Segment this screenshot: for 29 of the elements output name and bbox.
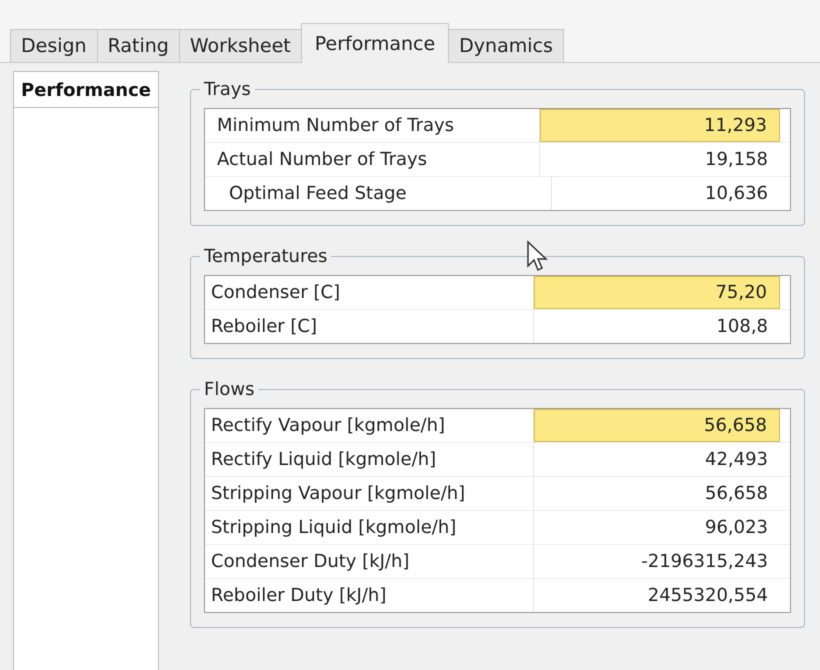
row-label: Stripping Liquid [kgmole/h] xyxy=(205,511,534,544)
tab[interactable]: Rating xyxy=(96,29,180,62)
value-cell-text: 56,658 xyxy=(704,482,769,506)
row-label: Stripping Vapour [kgmole/h] xyxy=(205,477,534,510)
value-cell-text: 108,8 xyxy=(715,315,769,339)
value-cell-text: 96,023 xyxy=(704,516,769,540)
row-label: Reboiler [C] xyxy=(205,310,534,343)
tab[interactable]: Performance xyxy=(300,23,450,63)
row-label: Condenser Duty [kJ/h] xyxy=(205,545,534,578)
tab[interactable]: Design xyxy=(10,29,98,62)
value-cell-text: -2196315,243 xyxy=(640,550,769,574)
value-cell: 56,658 xyxy=(534,409,780,442)
group-title: Temperatures xyxy=(203,246,328,267)
value-cell: 11,293 xyxy=(540,109,780,142)
tab[interactable]: Worksheet xyxy=(178,29,302,62)
group-title: Trays xyxy=(203,79,252,100)
value-cell-text: 10,636 xyxy=(704,182,769,206)
tab[interactable]: Dynamics xyxy=(448,29,564,62)
value-cell: 75,20 xyxy=(534,276,780,309)
row-label: Actual Number of Trays xyxy=(205,143,540,176)
cursor-icon xyxy=(526,240,548,272)
value-cell-text: 19,158 xyxy=(704,148,769,172)
sidebar-tab[interactable]: Performance xyxy=(13,71,159,108)
row-label: Rectify Liquid [kgmole/h] xyxy=(205,443,534,476)
value-cell-text: 2455320,554 xyxy=(646,584,769,608)
value-cell-text: 42,493 xyxy=(704,448,769,472)
group-title: Flows xyxy=(203,379,256,400)
row-label: Reboiler Duty [kJ/h] xyxy=(205,579,534,612)
row-label: Optimal Feed Stage xyxy=(205,177,552,210)
